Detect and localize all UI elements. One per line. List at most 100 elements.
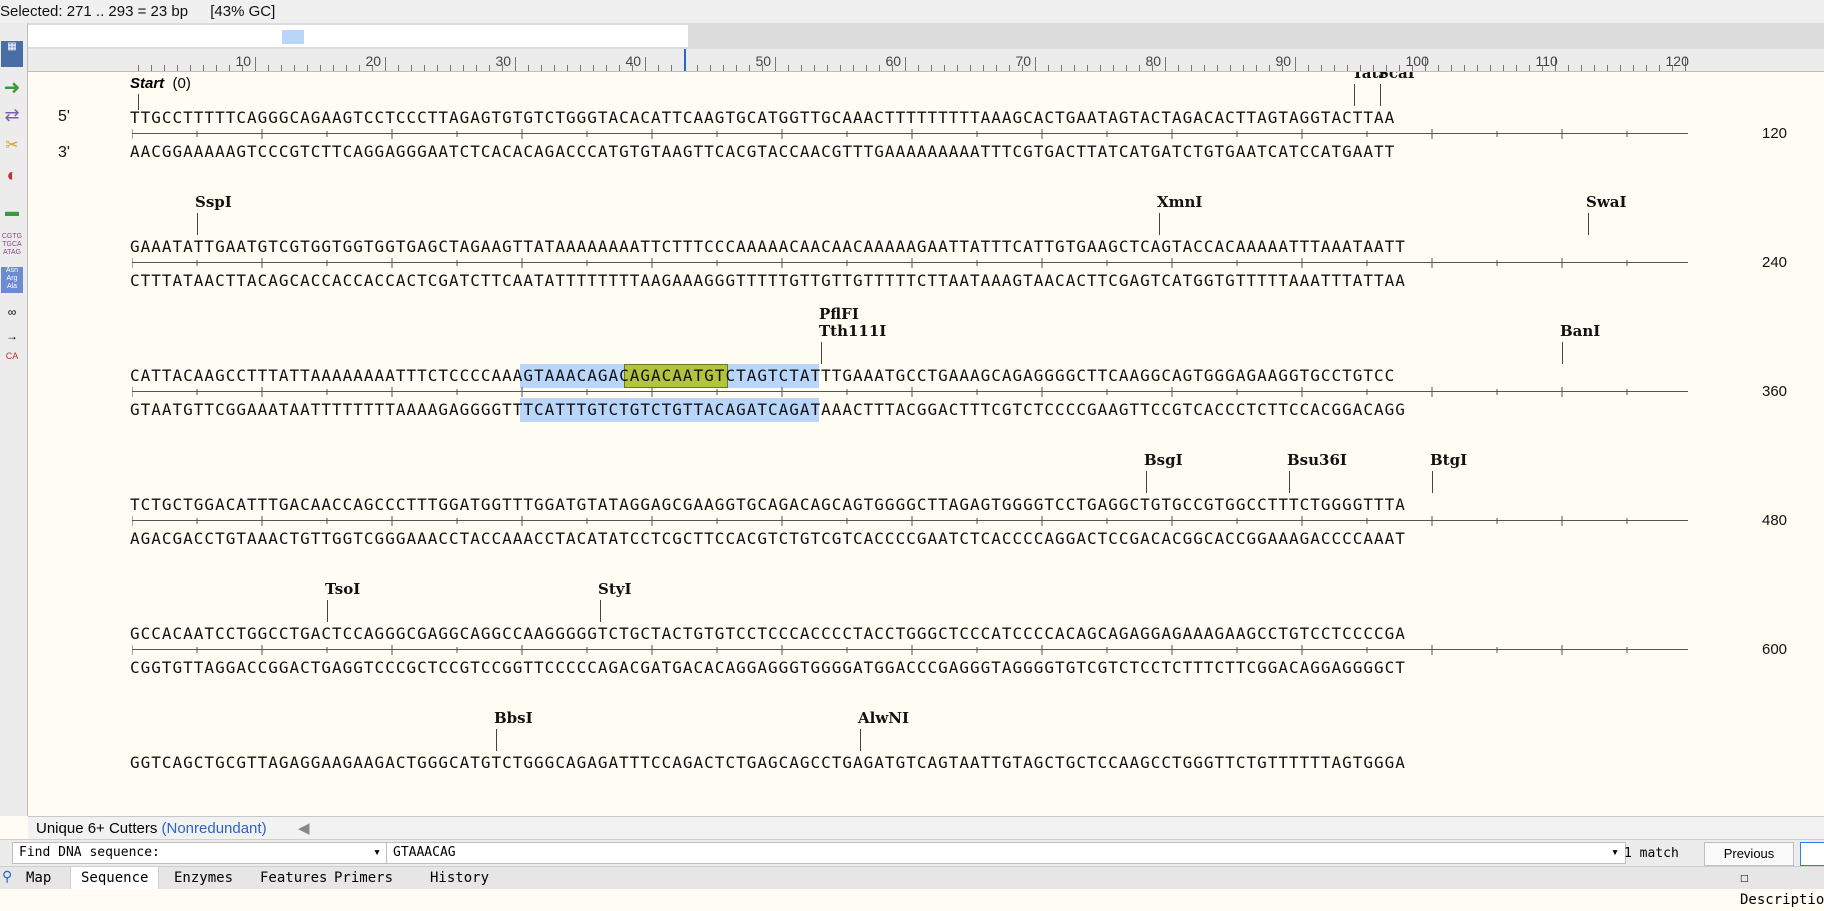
overview-window[interactable] (282, 30, 304, 44)
scale-ticks (132, 387, 1628, 397)
tab-enzymes[interactable]: Enzymes (164, 867, 243, 889)
top-strand[interactable]: TTGCCTTTTTCAGGGCAGAAGTCCTCCCTTAGAGTGTGTC… (130, 108, 1395, 127)
ruler-label: 60 (885, 53, 902, 69)
bottom-strand[interactable]: AGACGACCTGTAAACTGTTGGTCGGGAAACCTACCAAACC… (130, 529, 1406, 548)
three-prime-label: 3' (58, 144, 70, 161)
dna-sequence-icon[interactable]: CGTG TGCA ATAG (1, 233, 23, 259)
enzyme-label-tsoi[interactable]: TsoI (325, 580, 360, 598)
enzyme-label-btgi[interactable]: BtgI (1430, 451, 1467, 469)
ruler: 10 20 30 40 50 60 70 80 90 100 110 120 (28, 49, 1824, 72)
sequence-view[interactable]: 5' 3' Start (0) TatI ScaI TTGCCTTTTTCAGGGC… (28, 72, 1824, 816)
enzyme-label-swai[interactable]: SwaI (1586, 193, 1626, 211)
ruler-label: 20 (365, 53, 382, 69)
ruler-label: 30 (495, 53, 512, 69)
view-tabs: ⚲ Map Sequence Enzymes Features Primers Histo… (0, 866, 1824, 908)
enzyme-label-bbsi[interactable]: BbsI (494, 709, 533, 727)
enzyme-label-pflfi[interactable]: PflFI (819, 305, 859, 323)
enzyme-set-label[interactable]: Unique 6+ Cutters (28, 820, 157, 837)
enzyme-label-alwni[interactable]: AlwNI (858, 709, 909, 727)
tab-map[interactable]: Map (16, 867, 61, 889)
find-query-input[interactable]: GTAAACAG ▾ (386, 842, 1626, 864)
enzyme-label-xmni[interactable]: XmnI (1157, 193, 1202, 211)
scroll-left-icon[interactable]: ◀ (298, 817, 310, 840)
next-button[interactable] (1800, 842, 1824, 866)
sequence-overview[interactable] (28, 23, 1824, 49)
enzyme-label-bsu36i[interactable]: Bsu36I (1287, 451, 1347, 469)
tab-primers[interactable]: Primers (324, 867, 403, 889)
scale-ticks (132, 516, 1628, 526)
selection-status: Selected: 271 .. 293 = 23 bp (0, 3, 189, 20)
start-marker: Start (0) (130, 75, 191, 92)
enzyme-label-tth111i[interactable]: Tth111I (819, 322, 886, 340)
bottom-strand[interactable]: GTAATGTTCGGAAATAATTTTTTTTAAAAGAGGGGTTTCA… (130, 400, 1406, 419)
enzyme-site-line (496, 729, 497, 751)
color-wheel-icon[interactable]: ◐ (1, 165, 23, 191)
find-mode-select[interactable]: Find DNA sequence: ▾ (12, 842, 388, 864)
enzyme-set-tab[interactable]: Unique 6+ Cutters (Nonredundant) ◀ (28, 816, 1824, 840)
view-mode-icon[interactable]: ▦ (1, 41, 23, 67)
ruler-label: 10 (235, 53, 252, 69)
enzyme-site-line (860, 729, 861, 751)
scissors-icon[interactable]: ✂ (1, 135, 23, 161)
enzyme-site-line (327, 600, 328, 622)
previous-button[interactable]: Previous (1704, 842, 1794, 866)
enzyme-site-line (600, 600, 601, 622)
description-toggle[interactable]: ☐ Descriptio (1740, 867, 1824, 911)
top-strand[interactable]: GCCACAATCCTGGCCTGACTCCAGGGCGAGGCAGGCCAAG… (130, 624, 1406, 643)
enzyme-site-line (1380, 84, 1381, 106)
enzyme-site-line (1289, 471, 1290, 493)
translation-icon[interactable]: Asn Arg Ala (1, 267, 23, 293)
ruler-label: 70 (1015, 53, 1032, 69)
tab-sequence[interactable]: Sequence (70, 867, 160, 889)
ruler-label: 90 (1275, 53, 1292, 69)
top-strand[interactable]: CATTACAAGCCTTTATTAAAAAAAATTTCTCCCCAAAGTA… (130, 366, 1395, 385)
line-end-number: 480 (1762, 512, 1788, 529)
tab-history[interactable]: History (420, 867, 499, 889)
enzyme-site-line (1432, 471, 1433, 493)
ruler-label: 120 (1665, 53, 1689, 69)
ruler-label: 100 (1405, 53, 1429, 69)
scale-ticks (132, 258, 1628, 268)
infinity-icon[interactable]: ∞ (1, 305, 23, 331)
status-bar: Selected: 271 .. 293 = 23 bp [43% GC] (0, 0, 1824, 24)
enzyme-site-line (197, 213, 198, 235)
enzyme-site-line (1588, 213, 1589, 235)
chevron-down-icon: ▾ (1611, 845, 1619, 860)
feature-icon[interactable]: ▬ (1, 203, 23, 229)
top-strand[interactable]: GGTCAGCTGCGTTAGAGGAAGAAGACTGGGCATGTCTGGG… (130, 753, 1406, 772)
line-end-number: 600 (1762, 641, 1788, 658)
enzyme-site-line (821, 342, 822, 364)
ruler-label: 80 (1145, 53, 1162, 69)
line-end-number: 240 (1762, 254, 1788, 271)
enzyme-site-line (1562, 342, 1563, 364)
line-end-number: 360 (1762, 383, 1788, 400)
enzyme-label-styi[interactable]: StyI (598, 580, 632, 598)
enzyme-set-sub[interactable]: (Nonredundant) (162, 820, 267, 837)
left-toolbar: ▦ ➜ ⇄ ✂ ◐ ▬ CGTG TGCA ATAG Asn Arg Ala ∞ → C… (0, 23, 28, 816)
enzyme-site-line (1159, 213, 1160, 235)
bottom-strand[interactable]: CGGTGTTAGGACCGGACTGAGGTCCCGCTCCGTCCGGTTC… (130, 658, 1406, 677)
enzyme-label-bsgi[interactable]: BsgI (1144, 451, 1183, 469)
ruler-label: 50 (755, 53, 772, 69)
match-count: 1 match (1624, 846, 1679, 861)
find-bar: Find DNA sequence: ▾ GTAAACAG ▾ 1 match Pr… (0, 839, 1824, 867)
dna-color-icon[interactable]: CA (1, 351, 23, 377)
bottom-strand[interactable]: CTTTATAACTTACAGCACCACCACCACTCGATCTTCAATA… (130, 271, 1406, 290)
enzyme-label-sspi[interactable]: SspI (195, 193, 232, 211)
top-strand[interactable]: GAAATATTGAATGTCGTGGTGGTGGTGAGCTAGAAGTTAT… (130, 237, 1406, 256)
five-prime-label: 5' (58, 108, 70, 125)
enzyme-label-bani[interactable]: BanI (1560, 322, 1600, 340)
bottom-strand[interactable]: AACGGAAAAAGTCCCGTCTTCAGGAGGGAATCTCACACAG… (130, 142, 1395, 161)
enzyme-site-line (1354, 84, 1355, 106)
top-strand[interactable]: TCTGCTGGACATTTGACAACCAGCCCTTTGGATGGTTTGG… (130, 495, 1406, 514)
arrow-right-icon[interactable]: ➜ (1, 75, 23, 101)
scale-ticks (132, 645, 1628, 655)
enzyme-site-line (1146, 471, 1147, 493)
chevron-down-icon: ▾ (373, 845, 381, 860)
line-end-number: 120 (1762, 125, 1788, 142)
enzyme-label-scai[interactable]: ScaI (1378, 72, 1415, 82)
gc-status: [43% GC] (210, 3, 276, 20)
swap-strands-icon[interactable]: ⇄ (1, 105, 23, 131)
ruler-label: 110 (1535, 53, 1558, 69)
search-icon[interactable]: ⚲ (2, 869, 12, 885)
